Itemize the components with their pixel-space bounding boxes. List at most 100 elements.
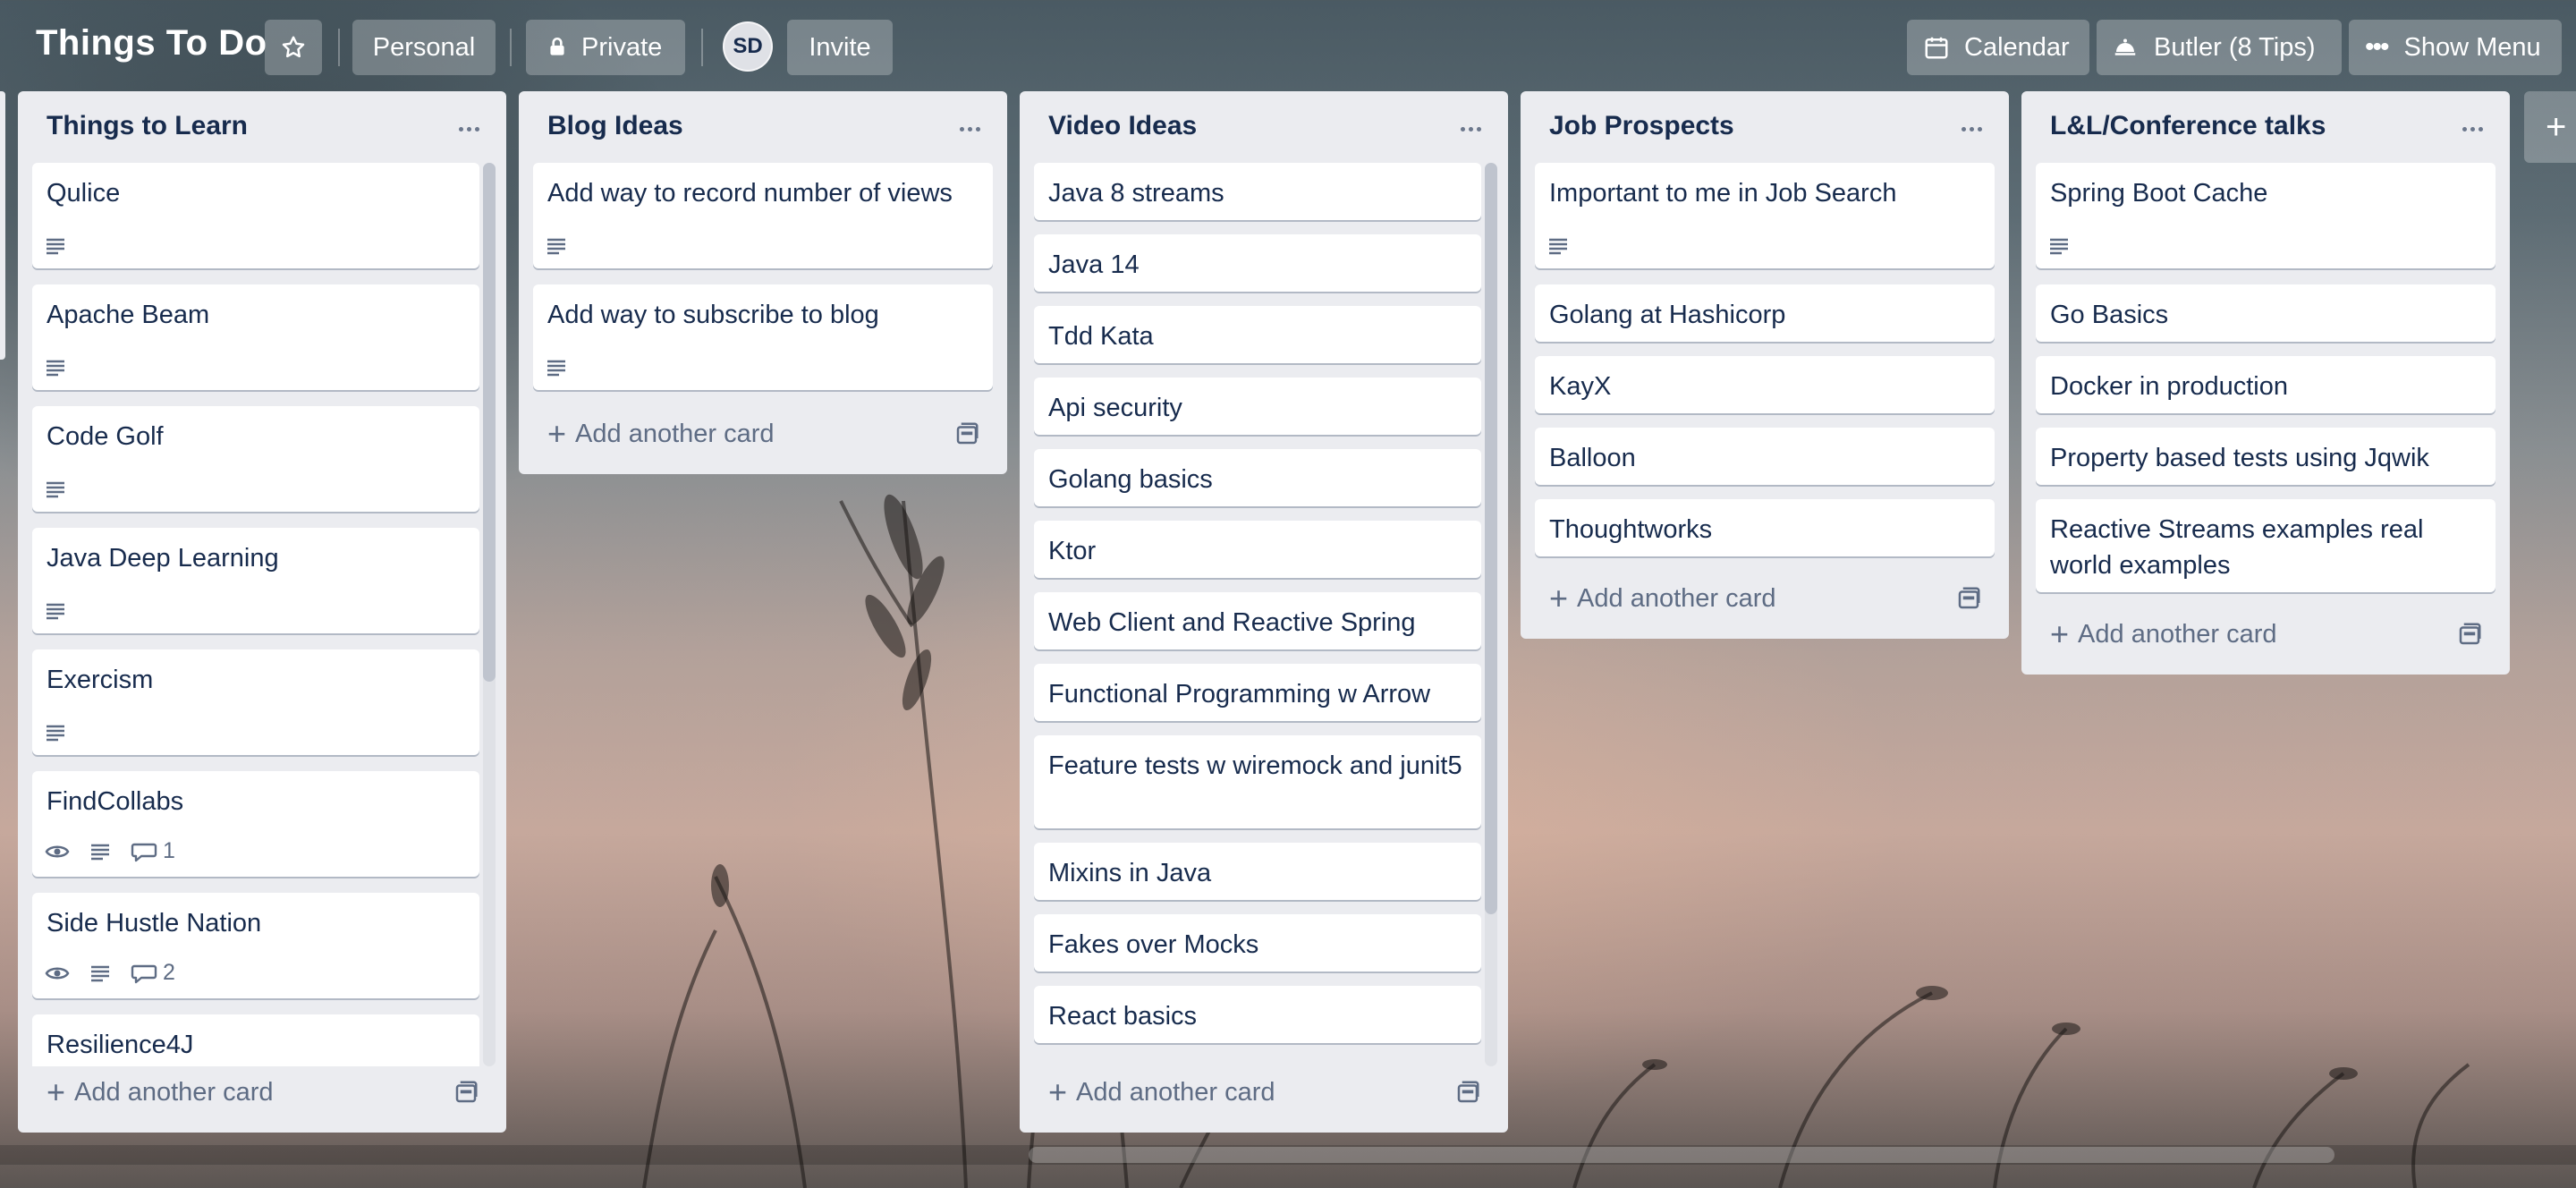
add-card-button[interactable]: + Add another card [1048,1070,1275,1115]
card-list: Add way to record number of views Add wa… [533,163,993,413]
card[interactable]: Api security [1034,378,1481,435]
card[interactable]: Java Deep Learning [32,528,479,633]
more-icon: ••• [2365,32,2389,62]
list-scrollbar-thumb[interactable] [483,163,496,682]
card-title: React basics [1048,1002,1198,1031]
card[interactable]: Functional Programming w Arrow [1034,664,1481,721]
list-blog-ideas: Blog Ideas Add way to record number of v… [519,91,1007,474]
add-card-label: Add another card [1577,583,1776,613]
board-title[interactable]: Things To Do [36,23,267,64]
card[interactable]: Docker in production [2036,356,2496,413]
card-template-icon[interactable] [1454,1079,1481,1106]
card-title: Code Golf [47,422,164,451]
list-title[interactable]: Things to Learn [47,111,248,141]
card[interactable]: Golang basics [1034,449,1481,506]
card[interactable]: Go Basics [2036,284,2496,342]
card[interactable]: KayX [1535,356,1995,413]
add-card-button[interactable]: + Add another card [47,1070,274,1115]
list-menu-button[interactable] [1953,111,1989,147]
add-card-button[interactable]: + Add another card [2050,612,2277,657]
card[interactable]: Property based tests using Jqwik [2036,428,2496,485]
card-title: Exercism [47,666,154,694]
card-title: Fakes over Mocks [1048,930,1259,959]
list-title[interactable]: Job Prospects [1549,111,1734,141]
card[interactable]: Balloon [1535,428,1995,485]
list-scrollbar-thumb[interactable] [1485,163,1497,914]
card-title: Tdd Kata [1048,322,1154,351]
card[interactable]: Important to me in Job Search [1535,163,1995,268]
card[interactable]: Spring Boot Cache [2036,163,2496,268]
card[interactable]: Add way to subscribe to blog [533,284,993,390]
card[interactable]: Apache Beam [32,284,479,390]
card[interactable]: Code Golf [32,406,479,512]
list-menu-button[interactable] [952,111,987,147]
star-board-button[interactable] [265,20,322,75]
comment-badge: 1 [131,838,175,864]
card-title: Add way to subscribe to blog [547,301,879,329]
card[interactable]: React basics [1034,986,1481,1043]
card-title: Mixins in Java [1048,859,1212,887]
card-title: Important to me in Job Search [1549,179,1897,208]
card-title: Apache Beam [47,301,210,329]
calendar-label: Calendar [1964,32,2070,62]
list-title[interactable]: L&L/Conference talks [2050,111,2326,141]
calendar-button[interactable]: Calendar [1907,20,2089,75]
comment-badge: 2 [131,960,175,986]
list-video-ideas: Video Ideas Java 8 streams Java 14 Tdd K… [1020,91,1508,1133]
butler-icon [2114,38,2136,55]
card-title: Java 14 [1048,250,1140,279]
comment-icon [131,964,157,983]
card[interactable]: Golang at Hashicorp [1535,284,1995,342]
card[interactable]: Thoughtworks [1535,499,1995,556]
card[interactable]: Tdd Kata [1034,306,1481,363]
description-icon [45,479,66,499]
list-title[interactable]: Blog Ideas [547,111,683,141]
card[interactable]: Mixins in Java [1034,843,1481,900]
card-template-icon[interactable] [1955,585,1982,612]
add-card-button[interactable]: + Add another card [1549,576,1776,621]
card[interactable]: Java 14 [1034,234,1481,292]
list-scrollbar[interactable] [1485,163,1497,1066]
previous-list-edge [0,91,5,360]
member-avatar[interactable]: SD [723,21,773,72]
card-title: Golang basics [1048,465,1213,494]
list-menu-button[interactable] [451,111,487,147]
card[interactable]: Reactive Streams examples real world exa… [2036,499,2496,592]
card[interactable]: Ktor [1034,521,1481,578]
card-template-icon[interactable] [953,420,980,447]
add-list-button[interactable]: + [2524,91,2576,163]
list-title[interactable]: Video Ideas [1048,111,1197,141]
card-template-icon[interactable] [453,1079,479,1106]
card-title: Add way to record number of views [547,179,953,208]
butler-button[interactable]: Butler (8 Tips) [2097,20,2342,75]
show-menu-button[interactable]: ••• Show Menu [2349,20,2562,75]
card-badges: 2 [45,960,195,986]
show-menu-label: Show Menu [2403,32,2541,62]
description-icon [546,236,567,256]
card-title: Thoughtworks [1549,515,1713,544]
team-visibility-button[interactable]: Personal [352,20,496,75]
card[interactable]: Add way to record number of views [533,163,993,268]
card[interactable]: Resilience4J [32,1014,479,1066]
card-template-icon[interactable] [2456,621,2483,648]
plus-icon: + [1549,580,1569,616]
plus-icon: + [47,1073,66,1110]
card[interactable]: Qulice [32,163,479,268]
add-card-button[interactable]: + Add another card [547,412,775,456]
card[interactable]: Exercism [32,649,479,755]
add-card-label: Add another card [1076,1077,1275,1107]
list-scrollbar[interactable] [483,163,496,1066]
card[interactable]: Fakes over Mocks [1034,914,1481,972]
invite-button[interactable]: Invite [787,20,893,75]
card[interactable]: Java 8 streams [1034,163,1481,220]
card-badges [546,358,587,378]
card[interactable]: FindCollabs 1 [32,771,479,877]
list-menu-button[interactable] [1453,111,1488,147]
list-menu-button[interactable] [2454,111,2490,147]
board-horizontal-scrollbar-thumb[interactable] [1029,1147,2334,1163]
card[interactable]: Side Hustle Nation 2 [32,893,479,998]
card[interactable]: Feature tests w wiremock and junit5 [1034,735,1481,828]
privacy-button[interactable]: Private [526,20,685,75]
card[interactable]: Web Client and Reactive Spring [1034,592,1481,649]
board-header: Things To Do Personal Private SD Invite … [0,0,2576,93]
